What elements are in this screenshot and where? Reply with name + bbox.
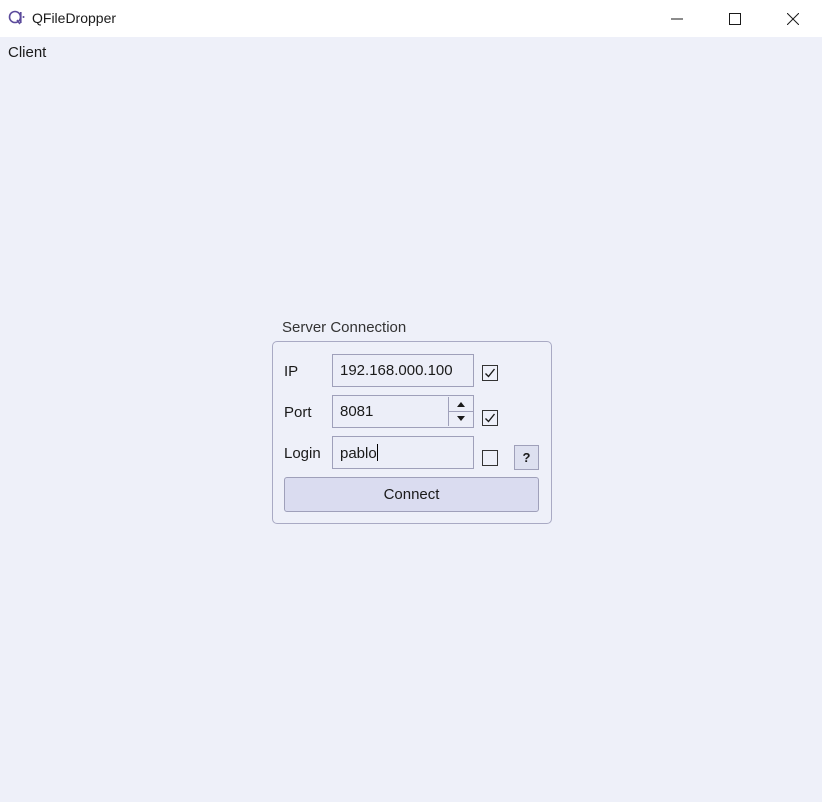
login-input[interactable]: pablo [332,436,474,469]
ip-label: IP [284,363,299,380]
window-title: QFileDropper [32,10,117,26]
spin-down-button[interactable] [449,411,473,425]
connect-button[interactable]: Connect [284,477,539,512]
spin-up-button[interactable] [449,397,473,411]
login-checkbox[interactable] [482,450,498,466]
port-spin-buttons [448,397,473,426]
arrow-down-icon [457,416,465,421]
close-button[interactable] [770,0,816,37]
login-label: Login [284,445,321,462]
client-area: Client Server Connection IP 192.168.000.… [0,37,822,802]
minimize-button[interactable] [654,0,700,37]
server-connection-title: Server Connection [282,319,407,336]
ip-checkbox[interactable] [482,365,498,381]
port-checkbox[interactable] [482,410,498,426]
maximize-button[interactable] [712,0,758,37]
close-icon [787,12,799,25]
menu-client[interactable]: Client [8,44,46,61]
maximize-icon [729,12,741,25]
checkmark-icon [485,413,496,423]
checkmark-icon [485,368,496,378]
text-caret [376,444,378,461]
minimize-icon [671,18,683,19]
app-icon [8,9,26,27]
port-value: 8081 [340,403,374,420]
arrow-up-icon [457,401,465,407]
help-button[interactable]: ? [514,445,539,470]
title-bar: QFileDropper [0,0,822,37]
port-label: Port [284,404,312,421]
login-value: pablo [340,445,377,462]
ip-input[interactable]: 192.168.000.100 [332,354,474,387]
ip-value: 192.168.000.100 [340,362,453,379]
